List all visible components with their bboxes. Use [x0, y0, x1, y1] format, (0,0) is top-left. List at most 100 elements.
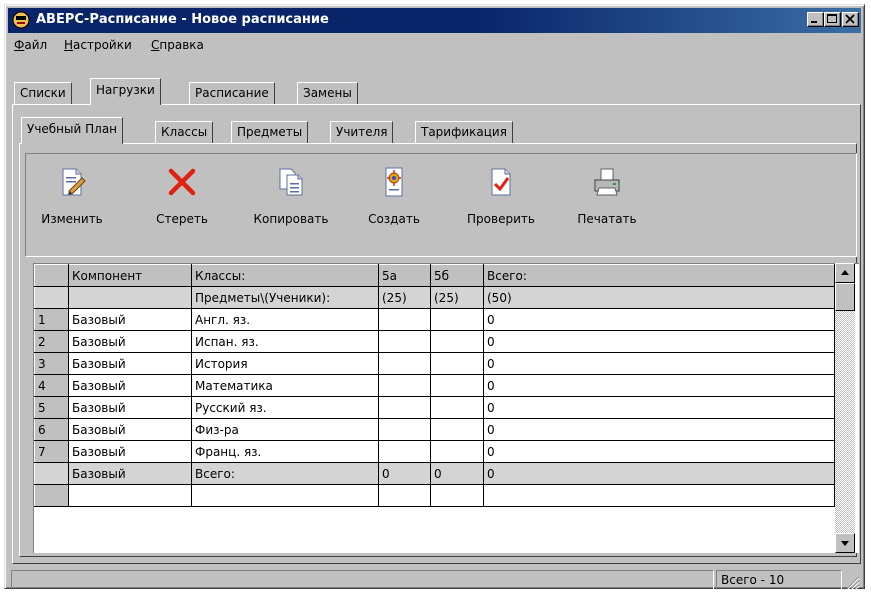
scroll-down-button[interactable] [835, 533, 855, 553]
cell-empty[interactable] [378, 484, 431, 507]
cell-row-number[interactable] [34, 462, 69, 485]
cell-total[interactable]: 0 [483, 330, 835, 353]
cell-component[interactable]: Базовый [68, 352, 192, 375]
cell-class-5a[interactable] [378, 396, 431, 419]
tab-lists[interactable]: Списки [14, 82, 72, 104]
tab-curriculum[interactable]: Учебный План [21, 117, 124, 144]
cell-class-5b[interactable] [430, 440, 484, 463]
cell-subject[interactable]: Всего: [191, 462, 379, 485]
cell-total[interactable]: 0 [483, 440, 835, 463]
table-row[interactable]: 3 Базовый История 0 [34, 352, 835, 375]
cell-total[interactable]: 0 [483, 418, 835, 441]
cell-class-5a[interactable] [378, 418, 431, 441]
maximize-button[interactable] [824, 12, 841, 27]
cell-class-5a[interactable] [378, 440, 431, 463]
vertical-scrollbar[interactable] [835, 263, 855, 553]
cell-class-5a[interactable]: 0 [378, 462, 431, 485]
cell-row-number[interactable]: 4 [34, 374, 69, 397]
cell-empty[interactable] [430, 484, 484, 507]
cell-class-5a[interactable] [378, 308, 431, 331]
cell-component[interactable] [68, 286, 192, 309]
cell-component[interactable]: Базовый [68, 418, 192, 441]
cell-total[interactable]: 0 [483, 308, 835, 331]
tab-teachers[interactable]: Учителя [330, 121, 394, 143]
cell-class-5a[interactable]: 5а [378, 264, 431, 287]
cell-empty[interactable] [34, 484, 69, 507]
check-button[interactable]: Проверить [463, 166, 539, 226]
cell-class-5b[interactable] [430, 396, 484, 419]
cell-subject[interactable]: Классы: [191, 264, 379, 287]
cell-class-5a[interactable]: (25) [378, 286, 431, 309]
cell-class-5a[interactable] [378, 374, 431, 397]
cell-total[interactable]: Всего: [483, 264, 835, 287]
cell-subject[interactable]: Предметы\(Ученики): [191, 286, 379, 309]
cell-component[interactable]: Базовый [68, 462, 192, 485]
cell-component[interactable]: Базовый [68, 374, 192, 397]
table-row[interactable]: 1 Базовый Англ. яз. 0 [34, 308, 835, 331]
cell-total[interactable]: 0 [483, 396, 835, 419]
table-row[interactable]: 2 Базовый Испан. яз. 0 [34, 330, 835, 353]
copy-button[interactable]: Копировать [248, 166, 334, 226]
cell-class-5b[interactable] [430, 374, 484, 397]
cell-total[interactable]: 0 [483, 352, 835, 375]
table-row[interactable]: 7 Базовый Франц. яз. 0 [34, 440, 835, 463]
tab-classes[interactable]: Классы [155, 121, 214, 143]
cell-row-number[interactable]: 7 [34, 440, 69, 463]
delete-button[interactable]: Стереть [152, 166, 212, 226]
cell-subject[interactable]: Физ-ра [191, 418, 379, 441]
cell-class-5b[interactable]: (25) [430, 286, 484, 309]
tab-tariffication[interactable]: Тарификация [415, 121, 513, 143]
cell-class-5b[interactable] [430, 330, 484, 353]
cell-subject[interactable]: Испан. яз. [191, 330, 379, 353]
cell-subject[interactable]: Англ. яз. [191, 308, 379, 331]
scroll-thumb[interactable] [835, 283, 855, 311]
cell-row-number[interactable]: 5 [34, 396, 69, 419]
cell-total[interactable]: (50) [483, 286, 835, 309]
cell-empty[interactable] [483, 484, 835, 507]
menu-settings[interactable]: Настройки [64, 38, 132, 52]
create-button[interactable]: Создать [364, 166, 424, 226]
table-row[interactable]: 6 Базовый Физ-ра 0 [34, 418, 835, 441]
cell-empty[interactable] [191, 484, 379, 507]
table-row[interactable]: 4 Базовый Математика 0 [34, 374, 835, 397]
print-button[interactable]: Печатать [572, 166, 642, 226]
cell-class-5b[interactable] [430, 418, 484, 441]
cell-row-number[interactable]: 6 [34, 418, 69, 441]
cell-component[interactable]: Компонент [68, 264, 192, 287]
cell-class-5b[interactable] [430, 308, 484, 331]
cell-subject[interactable]: Русский яз. [191, 396, 379, 419]
cell-component[interactable]: Базовый [68, 308, 192, 331]
tab-loads[interactable]: Нагрузки [90, 78, 161, 105]
cell-row-number[interactable]: 1 [34, 308, 69, 331]
size-grip-icon[interactable] [844, 574, 860, 590]
edit-button[interactable]: Изменить [41, 166, 103, 226]
cell-total[interactable]: 0 [483, 462, 835, 485]
cell-class-5a[interactable] [378, 330, 431, 353]
cell-class-5b[interactable]: 5б [430, 264, 484, 287]
empty-row[interactable] [34, 484, 835, 507]
tab-subjects[interactable]: Предметы [231, 121, 309, 143]
cell-empty[interactable] [68, 484, 192, 507]
menu-help[interactable]: Справка [151, 38, 204, 52]
cell-component[interactable]: Базовый [68, 440, 192, 463]
cell-class-5a[interactable] [378, 352, 431, 375]
cell-row-number[interactable]: 2 [34, 330, 69, 353]
cell-component[interactable]: Базовый [68, 396, 192, 419]
cell-row-number[interactable] [34, 286, 69, 309]
cell-subject[interactable]: Математика [191, 374, 379, 397]
title-bar[interactable]: АВЕРС-Расписание - Новое расписание [8, 8, 861, 33]
scroll-up-button[interactable] [835, 263, 855, 283]
total-row[interactable]: Базовый Всего: 0 0 0 [34, 462, 835, 485]
cell-component[interactable]: Базовый [68, 330, 192, 353]
close-button[interactable] [842, 12, 859, 27]
cell-subject[interactable]: Франц. яз. [191, 440, 379, 463]
table-row[interactable]: 5 Базовый Русский яз. 0 [34, 396, 835, 419]
minimize-button[interactable] [807, 12, 824, 27]
tab-substitutions[interactable]: Замены [297, 82, 358, 104]
cell-class-5b[interactable]: 0 [430, 462, 484, 485]
header-row[interactable]: Компонент Классы: 5а 5б Всего: [34, 264, 835, 287]
subheader-row[interactable]: Предметы\(Ученики): (25) (25) (50) [34, 286, 835, 309]
cell-class-5b[interactable] [430, 352, 484, 375]
tab-schedule[interactable]: Расписание [189, 82, 275, 104]
cell-row-number[interactable]: 3 [34, 352, 69, 375]
